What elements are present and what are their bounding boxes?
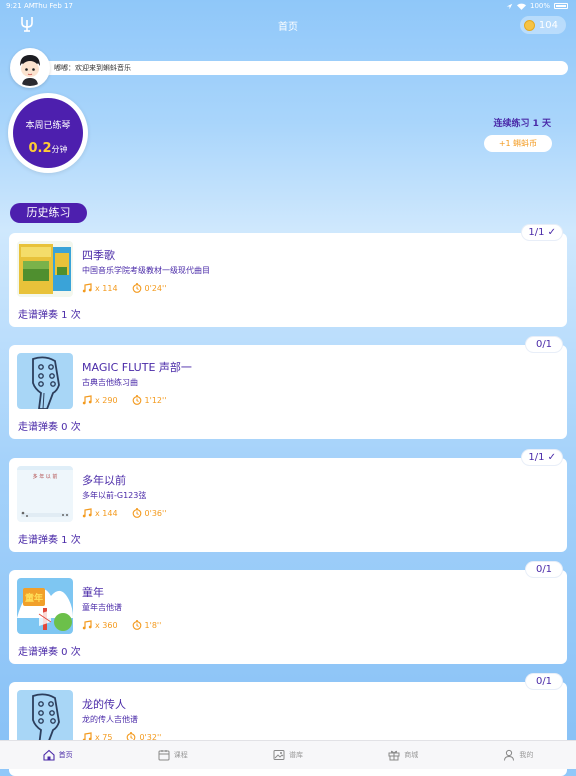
card-subtitle: 古典吉他练习曲 [82,378,138,387]
timer-icon [132,620,141,630]
status-time: 9:21 AM [6,2,35,10]
status-date: Thu Feb 17 [34,2,73,10]
tab-home[interactable]: 首页 [0,741,115,769]
weekly-practice-label: 本周已练琴 [25,121,71,131]
play-count: 走谱弹奏 1 次 [18,535,81,546]
duration: 1'12'' [132,395,167,405]
card-title: 四季歌 [82,249,115,262]
gift-icon [388,750,400,761]
streak-text: 连续练习 1 天 [493,119,551,129]
progress-badge: 0/1 [526,674,562,689]
coin-icon [523,19,535,31]
calendar-icon [158,750,170,761]
user-icon [504,749,515,761]
notes-count-text: x 360 [95,620,118,630]
card-title: 童年 [82,586,104,599]
tab-label: 商城 [404,751,419,759]
card-title: 龙的传人 [82,698,126,711]
avatar-cartoon-boy [12,50,48,86]
weekly-practice-inner: 本周已练琴 0.2分钟 [13,98,83,168]
timer-icon [132,395,141,405]
image-library-icon [273,750,285,760]
notes-count-text: x 144 [95,508,118,518]
tab-store[interactable]: 商城 [346,741,461,769]
bottom-tab-bar: 首页 课程 谱库 商城 我的 [0,740,576,769]
music-note-icon [82,395,92,405]
duration: 1'8'' [132,620,162,630]
card-title: 多年以前 [82,474,126,487]
progress-badge: 0/1 [526,337,562,352]
progress-badge: 1/1 ✓ [522,450,562,465]
battery-icon [554,3,568,9]
card-subtitle: 中国音乐学院考级教材一级现代曲目 [82,266,210,275]
book-cover-thumbnail [17,241,73,297]
childhood-cover-title: 童年 [25,592,43,604]
card-subtitle: 童年吉他谱 [82,603,122,612]
progress-badge: 0/1 [526,562,562,577]
duration-text: 1'12'' [144,395,167,405]
notes-count-text: x 290 [95,395,118,405]
play-count: 走谱弹奏 0 次 [18,422,81,433]
avatar[interactable] [10,48,50,88]
card-stats: x 144 0'36'' [82,508,180,518]
practice-card[interactable]: MAGIC FLUTE 声部一 古典吉他练习曲 x 290 1'12'' 走谱弹… [9,337,567,439]
page-title: 首页 [278,22,298,33]
practice-card[interactable]: 四季歌 中国音乐学院考级教材一级现代曲目 x 114 0'24'' 走谱弹奏 1… [9,225,567,327]
card-stats: x 290 1'12'' [82,395,180,405]
card-subtitle: 多年以前-G123弦 [82,491,147,500]
notes-count: x 144 [82,508,118,518]
card-stats: x 114 0'24'' [82,283,180,293]
coin-balance[interactable]: 104 [519,16,566,34]
progress-badge: 1/1 ✓ [522,225,562,240]
card-subtitle: 龙的传人吉他谱 [82,715,138,724]
music-note-icon [82,620,92,630]
duration: 0'36'' [132,508,167,518]
guitar-headstock-thumbnail [17,690,73,746]
greeting-bar: 嘟嘟：欢迎来到蝌蚪音乐 [40,61,568,75]
weekly-practice-value: 0.2分钟 [13,137,83,156]
sheet-music-thumbnail: 多 年 以 前 [17,466,73,522]
timer-icon [132,508,141,518]
guitar-headstock-thumbnail [17,353,73,409]
practice-card[interactable]: 多 年 以 前 多年以前 多年以前-G123弦 x 144 0'36'' 走谱弹… [9,450,567,552]
tab-label: 首页 [58,751,73,759]
status-right: 100% [506,2,568,10]
practice-card[interactable]: 童年 童年 童年吉他谱 x 360 1'8'' 走谱弹奏 0 次 0/1 [9,562,567,664]
notes-count: x 114 [82,283,118,293]
play-count: 走谱弹奏 1 次 [18,310,81,321]
notes-count-text: x 114 [95,283,118,293]
weekly-practice-circle: 本周已练琴 0.2分钟 [8,93,88,173]
history-section-label: 历史练习 [10,203,87,223]
greeting-text: 嘟嘟：欢迎来到蝌蚪音乐 [54,64,131,72]
tab-label: 谱库 [289,751,303,759]
duration-text: 1'8'' [144,620,162,630]
sheet-music-title: 多 年 以 前 [33,473,58,480]
card-title: MAGIC FLUTE 声部一 [82,361,192,374]
location-icon [506,3,513,9]
battery-percent: 100% [529,2,550,10]
tab-label: 课程 [173,751,188,759]
duration-text: 0'36'' [144,508,167,518]
duration-text: 0'24'' [144,283,167,293]
music-note-icon [82,508,92,518]
weekly-practice-unit: 分钟 [51,145,68,154]
music-note-icon [82,283,92,293]
timer-icon [132,283,141,293]
tab-courses[interactable]: 课程 [115,741,230,769]
weekly-practice-number: 0.2 [28,141,52,156]
card-stats: x 360 1'8'' [82,620,175,630]
coin-count: 104 [538,19,558,31]
childhood-cover-thumbnail: 童年 [17,578,73,634]
home-icon [43,749,55,761]
coin-reward-button[interactable]: +1 蝌蚪币 [484,135,552,152]
notes-count: x 290 [82,395,118,405]
status-bar: 9:21 AM Thu Feb 17 100% [0,0,576,12]
tab-label: 我的 [519,751,534,759]
duration: 0'24'' [132,283,167,293]
tab-score-library[interactable]: 谱库 [230,741,345,769]
wifi-icon [516,3,526,10]
notes-count: x 360 [82,620,118,630]
play-count: 走谱弹奏 0 次 [18,647,81,658]
tab-profile[interactable]: 我的 [461,741,576,769]
